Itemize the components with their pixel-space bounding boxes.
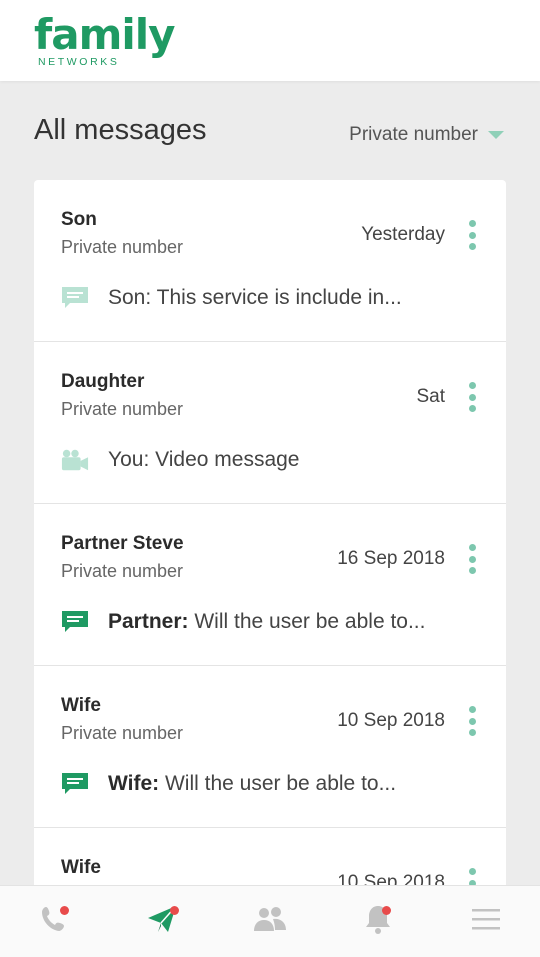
message-preview: Partner: Will the user be able to...: [61, 607, 476, 637]
calls-notification-dot: [60, 905, 69, 915]
messages-notification-dot: [170, 905, 179, 915]
video-camera-icon: [61, 447, 89, 473]
preview-text: Son: This service is include in...: [108, 286, 402, 309]
conversation-item[interactable]: Daughter Private number Sat You: Video m…: [34, 342, 506, 504]
number-filter-dropdown[interactable]: Private number: [349, 120, 504, 150]
message-preview: Wife: Will the user be able to...: [61, 769, 476, 799]
people-icon: [253, 906, 287, 937]
contact-name: Daughter: [61, 371, 145, 392]
contact-number-type: Private number: [61, 237, 184, 257]
more-options-icon[interactable]: [468, 220, 476, 250]
chat-bubble-icon: [61, 771, 89, 797]
more-options-icon[interactable]: [468, 706, 476, 736]
dropdown-caret-icon: [488, 131, 504, 139]
notifications-dot: [382, 905, 391, 915]
conversation-date: Sat: [416, 386, 445, 407]
more-options-icon[interactable]: [468, 382, 476, 412]
conversation-item[interactable]: Wife Private number 10 Sep 2018 Wife: Wi…: [34, 666, 506, 828]
nav-contacts[interactable]: [240, 892, 300, 952]
chat-bubble-icon: [61, 285, 89, 311]
bottom-navigation: [0, 885, 540, 957]
logo-tagline: NETWORKS: [38, 56, 120, 68]
message-preview: You: Video message: [61, 445, 476, 475]
contact-name: Partner Steve: [61, 533, 184, 554]
message-preview: Son: This service is include in...: [61, 283, 476, 313]
conversation-date: Yesterday: [361, 224, 445, 245]
contact-name: Wife: [61, 857, 101, 878]
nav-messages[interactable]: [132, 892, 192, 952]
family-networks-logo[interactable]: family NETWORKS: [34, 10, 184, 72]
contact-number-type: Private number: [61, 399, 184, 419]
nav-menu[interactable]: [456, 892, 516, 952]
preview-text: You: Video message: [108, 448, 300, 471]
preview-text: Wife: Will the user be able to...: [108, 772, 397, 795]
filter-selected-value: Private number: [349, 124, 478, 145]
preview-text: Partner: Will the user be able to...: [108, 610, 426, 633]
hamburger-menu-icon: [472, 907, 500, 936]
conversation-list: Son Private number Yesterday Son: This s…: [34, 180, 506, 957]
contact-name: Wife: [61, 695, 101, 716]
page-title: All messages: [34, 114, 207, 146]
chat-bubble-icon: [61, 609, 89, 635]
conversation-date: 16 Sep 2018: [337, 548, 445, 569]
conversation-item[interactable]: Partner Steve Private number 16 Sep 2018…: [34, 504, 506, 666]
more-options-icon[interactable]: [468, 544, 476, 574]
nav-notifications[interactable]: [348, 892, 408, 952]
contact-name: Son: [61, 209, 97, 230]
app-header: family NETWORKS: [0, 0, 540, 81]
conversation-date: 10 Sep 2018: [337, 710, 445, 731]
contact-number-type: Private number: [61, 561, 184, 581]
contact-number-type: Private number: [61, 723, 184, 743]
logo-wordmark: family: [34, 10, 176, 59]
conversation-item[interactable]: Son Private number Yesterday Son: This s…: [34, 180, 506, 342]
nav-calls[interactable]: [24, 892, 84, 952]
